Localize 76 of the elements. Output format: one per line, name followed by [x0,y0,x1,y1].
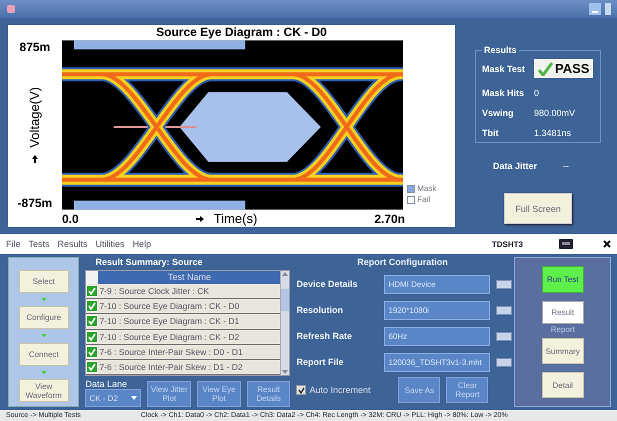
column-header: Test Name [98,271,280,284]
data-lane-dropdown[interactable]: CK - D2 [85,389,142,407]
legend-label: Fail [417,195,430,204]
checkbox[interactable] [296,385,306,395]
run-test-button[interactable]: Run Test [542,266,584,293]
checkbox-label: Auto Increment [309,385,370,395]
keyboard-icon [559,239,573,249]
report-button[interactable]: Detail [542,372,584,398]
section-label: Report [550,325,575,334]
result-label: Mask Hits [482,88,526,98]
scrollbar[interactable] [280,271,290,375]
field-label: Resolution [296,305,344,315]
workflow-button[interactable]: Configure [18,306,69,330]
plot-button[interactable]: Result Details [246,381,290,407]
result-value: 980.00mV [534,108,576,118]
field-label: Data Lane [85,379,128,389]
scroll-up-icon [281,271,290,277]
check-icon [298,386,305,394]
report-button[interactable]: Summary [542,338,584,364]
legend-checkbox[interactable] [407,184,416,192]
text-field[interactable]: 60Hz [384,326,490,346]
menu-item[interactable]: Tests [28,239,50,249]
menu-item[interactable]: Help [132,239,152,249]
axis-label: 875m [20,40,50,54]
report-button[interactable]: Save As [398,377,440,403]
scroll-thumb[interactable] [281,289,290,311]
browse-button[interactable] [496,280,512,288]
text-field[interactable]: HDMI Device [384,274,490,294]
axis-label: 2.70n [374,212,405,226]
down-arrow-icon [40,370,47,374]
result-label: Tbit [482,128,500,138]
pass-badge: PASS [534,59,594,78]
menu-item[interactable]: Utilities [96,239,125,249]
axis-title: Voltage(V) [27,86,42,148]
panel-title: Result Summary: Source [94,257,204,267]
result-value: 1.3481ns [534,128,572,138]
app-icon [6,4,16,14]
right-arrow-icon [196,216,204,222]
browse-button[interactable] [496,332,512,340]
result-value: 0 [534,88,540,98]
up-arrow-icon [32,155,38,164]
field-label: Refresh Rate [296,331,353,341]
results-panel: Results Mask Test PASS Mask Hits 0 Vswing 980.00mV Tbit 1.3481ns [475,45,601,143]
axis-label: -875m [18,196,52,210]
workflow-button[interactable]: Connect [18,342,69,366]
axis-title: Time(s) [214,211,258,226]
result-button[interactable]: Result [542,301,584,324]
caret-icon [131,396,138,400]
browse-button[interactable] [496,358,512,366]
result-label: Data Jitter [493,161,538,171]
text-field[interactable]: 1920*1080i [384,300,490,320]
plot-title: Source Eye Diagram : CK - D0 [155,25,328,40]
check-icon [538,62,553,76]
app-name: TDSHT3 [492,240,523,248]
result-value: -- [563,161,570,171]
plot-button[interactable]: View Jitter Plot [147,381,192,407]
down-arrow-icon [40,298,47,302]
menu-item[interactable]: Results [58,239,88,249]
workflow-button[interactable]: Select [18,270,69,293]
axis-label: 0.0 [62,212,79,226]
menu-item[interactable]: File [6,239,21,249]
down-arrow-icon [40,334,47,338]
panel-title: Report Configuration [356,257,449,267]
full-screen-button[interactable]: Full Screen [504,193,572,224]
legend-label: Mask [417,184,436,193]
field-label: Report File [296,357,344,367]
legend-checkbox[interactable] [407,196,416,204]
minimize-icon [589,3,601,15]
scroll-down-icon [281,369,290,375]
result-label: Mask Test [482,64,526,74]
browse-button[interactable] [496,306,512,314]
text-field[interactable]: 120036_TDSHT3v1-3.mht [384,352,490,372]
workflow-button[interactable]: View Waveform [18,379,69,402]
result-label: Vswing [482,108,515,118]
field-label: Device Details [296,279,358,289]
plot-button[interactable]: View Eye Plot [197,381,241,407]
